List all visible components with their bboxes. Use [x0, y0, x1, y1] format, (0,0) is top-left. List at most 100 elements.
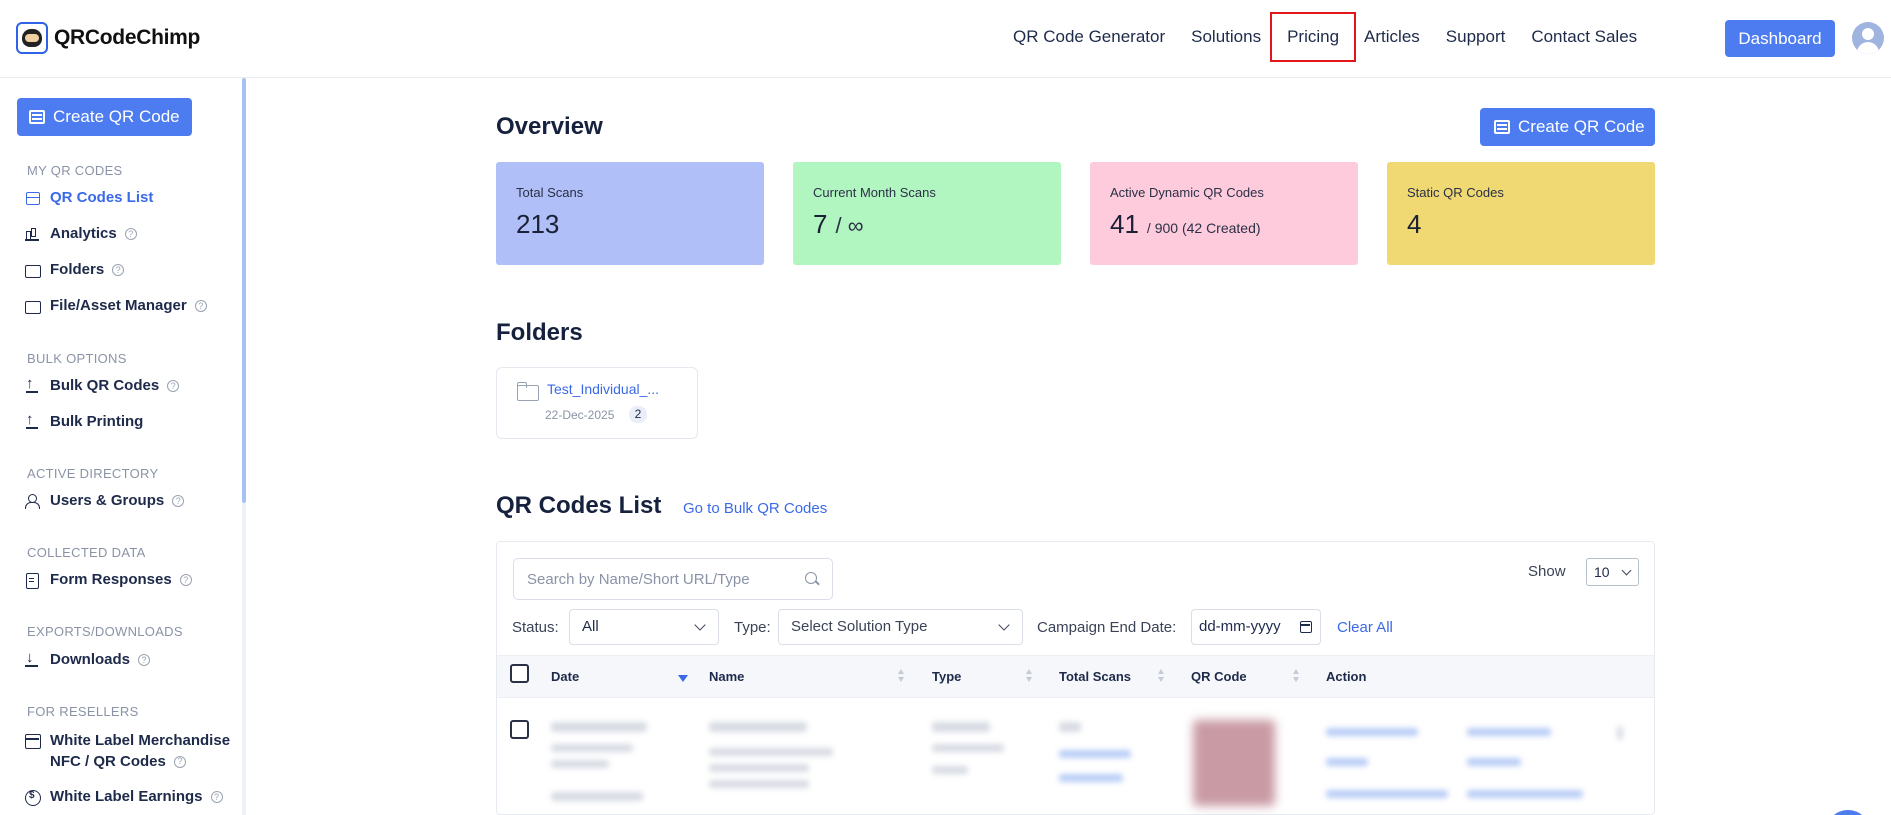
upload-icon [25, 375, 40, 393]
nav-articles[interactable]: Articles [1364, 25, 1420, 49]
blurred-view-link [1059, 750, 1131, 758]
brand-logo[interactable]: QRCodeChimp [16, 22, 200, 54]
stat-card-static-qr: Static QR Codes 4 [1387, 162, 1655, 265]
sidebar-scrollbar-thumb[interactable] [242, 78, 246, 503]
status-select[interactable]: All [569, 609, 719, 645]
select-all-checkbox[interactable] [510, 664, 529, 683]
help-icon[interactable]: ? [167, 379, 180, 392]
clear-all-link[interactable]: Clear All [1337, 619, 1393, 636]
sort-desc-icon[interactable] [678, 669, 688, 683]
dashboard-button[interactable]: Dashboard [1725, 20, 1835, 57]
sidebar-item-label: Bulk Printing [50, 413, 144, 430]
col-qr-code[interactable]: QR Code [1191, 669, 1247, 684]
stat-label: Total Scans [516, 185, 584, 200]
sidebar-item-white-label-merchandise[interactable]: White Label Merchandise NFC / QR Codes ? [25, 730, 230, 772]
col-type[interactable]: Type [932, 669, 961, 684]
nav-pricing[interactable]: Pricing [1270, 12, 1357, 62]
chat-fab-button[interactable] [1826, 810, 1870, 815]
blurred-qr-image[interactable] [1193, 720, 1275, 806]
blurred-action [1326, 728, 1418, 736]
type-select[interactable]: Select Solution Type [778, 609, 1023, 645]
section-for-resellers: FOR RESELLERS [27, 704, 139, 719]
sort-icon[interactable] [1026, 669, 1033, 683]
section-exports-downloads: EXPORTS/DOWNLOADS [27, 624, 183, 639]
qr-codes-list-title: QR Codes List [496, 492, 662, 519]
list-icon [25, 191, 40, 205]
sort-icon[interactable] [1293, 669, 1300, 683]
search-input[interactable] [513, 558, 833, 600]
sidebar-item-white-label-earnings[interactable]: White Label Earnings ? [25, 788, 223, 806]
go-to-bulk-link[interactable]: Go to Bulk QR Codes [683, 500, 827, 517]
blurred-type [932, 722, 990, 732]
blurred-name-detail [709, 780, 809, 788]
section-active-directory: ACTIVE DIRECTORY [27, 466, 159, 481]
help-icon[interactable]: ? [179, 573, 192, 586]
col-total-scans[interactable]: Total Scans [1059, 669, 1131, 684]
blurred-type [932, 766, 968, 774]
users-icon [25, 493, 40, 509]
help-icon[interactable]: ? [173, 755, 186, 768]
help-icon[interactable]: ? [124, 227, 137, 240]
blurred-action [1467, 790, 1583, 798]
sidebar-item-downloads[interactable]: Downloads ? [25, 649, 151, 668]
folder-icon [517, 382, 539, 401]
sidebar-item-form-responses[interactable]: Form Responses ? [25, 571, 192, 589]
sidebar-item-label: Users & Groups [50, 492, 165, 509]
help-icon[interactable]: ? [210, 790, 223, 803]
blurred-type [932, 744, 1004, 752]
sidebar-item-label: Form Responses [50, 571, 172, 588]
sidebar-scrollbar-track[interactable] [242, 503, 246, 815]
help-icon[interactable]: ? [172, 494, 185, 507]
campaign-end-date-input[interactable]: dd-mm-yyyy [1191, 609, 1321, 645]
nav-qr-code-generator[interactable]: QR Code Generator [1013, 25, 1165, 49]
sidebar-item-bulk-qr-codes[interactable]: Bulk QR Codes ? [25, 375, 180, 394]
search-icon[interactable] [805, 572, 817, 584]
col-name[interactable]: Name [709, 669, 744, 684]
blurred-action [1467, 728, 1551, 736]
qr-grid-icon [1494, 120, 1510, 134]
sidebar-item-file-asset-manager[interactable]: File/Asset Manager ? [25, 297, 207, 314]
folder-card[interactable]: Test_Individual_... 22-Dec-2025 2 [496, 367, 698, 439]
sort-icon[interactable] [898, 669, 905, 683]
chimp-logo-icon [16, 22, 48, 54]
sidebar-item-folders[interactable]: Folders ? [25, 261, 125, 278]
blurred-action [1326, 790, 1448, 798]
stat-label: Active Dynamic QR Codes [1110, 185, 1264, 200]
stat-card-current-month-scans: Current Month Scans 7 / ∞ [793, 162, 1061, 265]
nav-support[interactable]: Support [1446, 25, 1506, 49]
stat-value: 7 [813, 209, 828, 239]
sidebar-item-label: White Label Earnings [50, 788, 203, 805]
sidebar-item-label: White Label Merchandise [50, 732, 231, 749]
sidebar-item-analytics[interactable]: Analytics ? [25, 225, 137, 242]
folder-name[interactable]: Test_Individual_... [547, 381, 659, 397]
earnings-icon [25, 789, 41, 806]
campaign-end-date-label: Campaign End Date: [1037, 619, 1177, 636]
page-size-select[interactable]: 10 [1586, 558, 1639, 586]
sort-icon[interactable] [1158, 669, 1165, 683]
nav-solutions[interactable]: Solutions [1191, 25, 1261, 49]
help-icon[interactable]: ? [194, 299, 207, 312]
calendar-icon[interactable] [1300, 621, 1312, 633]
help-icon[interactable]: ? [112, 263, 125, 276]
section-collected-data: COLLECTED DATA [27, 545, 146, 560]
sidebar-item-users-groups[interactable]: Users & Groups ? [25, 492, 185, 509]
section-my-qr-codes: MY QR CODES [27, 163, 123, 178]
main-nav: QR Code Generator Solutions Pricing Arti… [1013, 12, 1663, 62]
user-avatar-icon[interactable] [1852, 22, 1884, 54]
create-qr-code-button[interactable]: Create QR Code [1480, 108, 1655, 146]
download-icon [25, 649, 40, 667]
chevron-down-icon [1621, 565, 1632, 576]
sidebar-item-qr-codes-list[interactable]: QR Codes List [25, 189, 153, 206]
sidebar-item-bulk-printing[interactable]: Bulk Printing [25, 411, 144, 430]
blurred-scans [1059, 722, 1081, 732]
row-checkbox[interactable] [510, 720, 529, 739]
nav-contact-sales[interactable]: Contact Sales [1531, 25, 1637, 49]
sidebar-create-qr-button[interactable]: Create QR Code [17, 98, 192, 136]
col-date[interactable]: Date [551, 669, 579, 684]
blurred-action [1467, 758, 1521, 766]
help-icon[interactable]: ? [138, 653, 151, 666]
blurred-created [551, 744, 633, 752]
status-label: Status: [512, 619, 559, 636]
qr-grid-icon [29, 110, 45, 124]
bar-chart-icon [25, 227, 40, 241]
